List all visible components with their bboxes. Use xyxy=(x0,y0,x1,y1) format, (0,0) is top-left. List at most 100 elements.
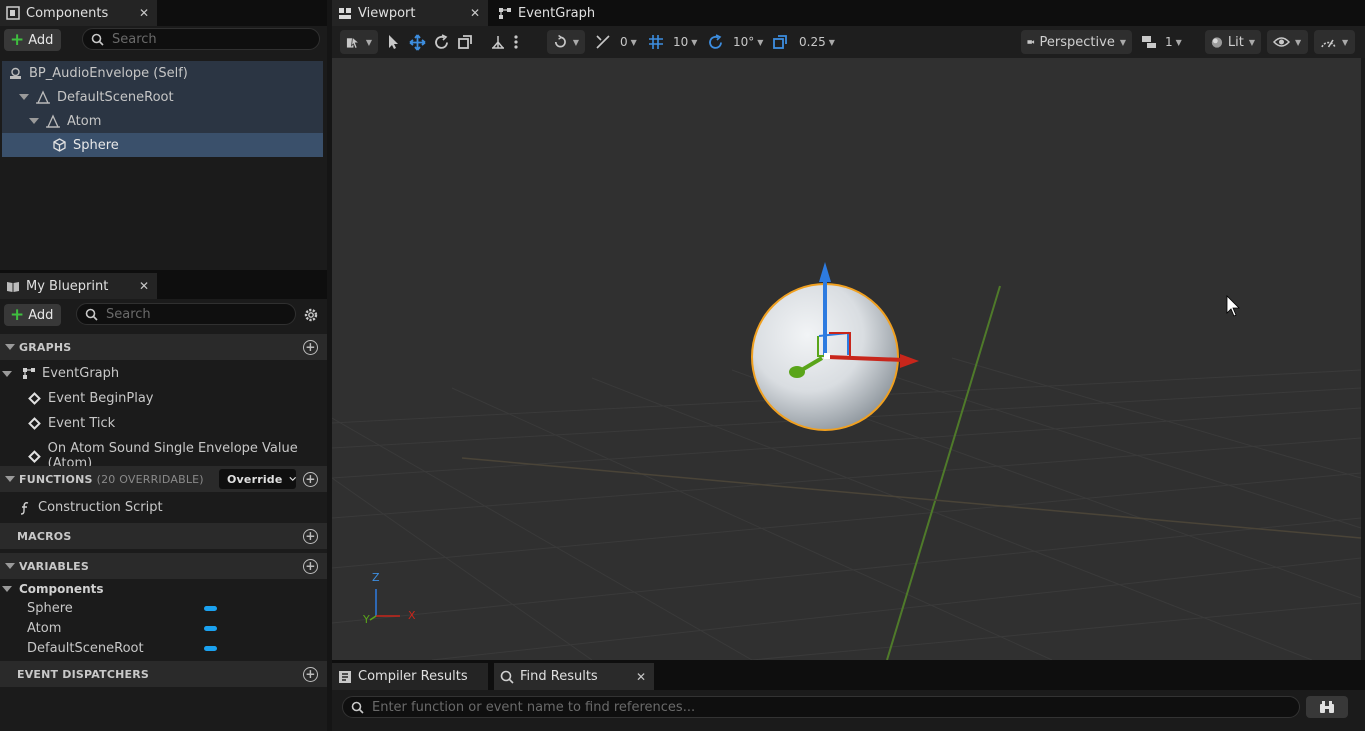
object-reference-icon xyxy=(204,606,217,611)
collapse-arrow-icon[interactable] xyxy=(5,344,15,350)
collapse-arrow-icon[interactable] xyxy=(5,563,15,569)
chevron-down-icon: ▼ xyxy=(757,37,764,47)
chevron-down-icon: ▼ xyxy=(1248,37,1255,47)
event-graph-icon xyxy=(499,7,511,19)
variable-item-atom[interactable]: Atom xyxy=(27,621,61,636)
expand-arrow-icon[interactable] xyxy=(19,94,29,100)
add-graph-icon[interactable]: + xyxy=(303,339,318,355)
find-references-placeholder: Enter function or event name to find ref… xyxy=(372,699,696,715)
blueprint-search-input[interactable]: Search xyxy=(76,303,296,325)
blueprint-add-button[interactable]: + Add xyxy=(4,304,62,326)
find-button[interactable] xyxy=(1306,696,1348,718)
functions-count: (20 OVERRIDABLE) xyxy=(96,472,204,486)
chevron-down-icon: ▼ xyxy=(691,37,698,47)
section-macros[interactable]: MACROS + xyxy=(0,523,327,549)
select-tool-icon[interactable] xyxy=(386,32,400,52)
tree-item-defaultsceneroot[interactable]: DefaultSceneRoot xyxy=(2,85,323,109)
close-icon[interactable]: ✕ xyxy=(139,6,149,20)
perspective-dropdown[interactable]: Perspective ▼ xyxy=(1021,30,1132,54)
tab-my-blueprint[interactable]: My Blueprint ✕ xyxy=(0,273,157,299)
components-add-button[interactable]: + Add xyxy=(4,29,62,51)
section-functions[interactable]: FUNCTIONS (20 OVERRIDABLE) Override + xyxy=(0,466,327,492)
event-item-beginplay[interactable]: Event BeginPlay xyxy=(28,391,154,406)
viewport-settings-dropdown[interactable]: ▼ xyxy=(1314,30,1355,54)
scale-snap-dropdown[interactable]: 0.25 ▼ xyxy=(772,32,835,52)
function-item-construction-script[interactable]: Construction Script xyxy=(18,500,163,515)
close-icon[interactable]: ✕ xyxy=(636,670,646,684)
section-variables[interactable]: VARIABLES + xyxy=(0,553,327,579)
blueprint-add-label: Add xyxy=(28,307,54,323)
binoculars-icon xyxy=(1320,701,1334,713)
surface-snap-dropdown[interactable]: ▼ xyxy=(547,30,585,54)
chevron-down-icon: ▼ xyxy=(630,37,637,47)
scale-snap-value: 0.25 xyxy=(799,35,826,49)
add-macro-icon[interactable]: + xyxy=(303,528,318,544)
viewport-layout-dropdown[interactable]: 1 ▼ xyxy=(1141,32,1182,52)
add-function-icon[interactable]: + xyxy=(303,471,318,487)
world-x-axis-line xyxy=(461,457,1361,539)
add-variable-icon[interactable]: + xyxy=(303,558,318,574)
section-graphs[interactable]: GRAPHS + xyxy=(0,334,327,360)
override-dropdown[interactable]: Override xyxy=(219,469,296,489)
axis-indicator xyxy=(369,589,400,621)
components-tab-bar: Components ✕ xyxy=(0,0,327,26)
grid-snap-dropdown[interactable]: 10 ▼ xyxy=(648,32,697,52)
grid-snap-icon xyxy=(649,35,663,49)
event-item-tick[interactable]: Event Tick xyxy=(28,416,115,431)
layout-icon xyxy=(1142,36,1156,48)
event-icon xyxy=(28,392,41,405)
components-search-input[interactable]: Search xyxy=(82,28,320,50)
tab-components[interactable]: Components ✕ xyxy=(0,0,157,26)
graph-item-eventgraph[interactable]: EventGraph xyxy=(2,366,119,381)
tree-item-self[interactable]: BP_AudioEnvelope (Self) xyxy=(2,61,323,85)
tab-find-results[interactable]: Find Results ✕ xyxy=(494,663,654,690)
tab-eventgraph[interactable]: EventGraph xyxy=(492,0,642,26)
world-local-icon[interactable] xyxy=(490,32,506,52)
collapse-arrow-icon[interactable] xyxy=(5,476,15,482)
lit-sphere-icon xyxy=(1211,36,1223,48)
performance-icon xyxy=(1321,39,1336,48)
scene-component-icon xyxy=(36,90,50,104)
tab-viewport[interactable]: Viewport ✕ xyxy=(332,0,488,26)
tab-find-results-label: Find Results xyxy=(520,669,598,684)
my-blueprint-panel: My Blueprint ✕ + Add Search GRAPHS + Eve… xyxy=(0,273,327,731)
plus-icon: + xyxy=(10,304,25,325)
add-event-dispatcher-icon[interactable]: + xyxy=(303,666,318,682)
scale-tool-icon[interactable] xyxy=(457,32,473,52)
variable-category-components[interactable]: Components xyxy=(2,582,104,596)
tree-item-atom-label: Atom xyxy=(67,113,102,129)
section-functions-label: FUNCTIONS xyxy=(19,472,93,486)
select-mode-dropdown[interactable]: ▼ xyxy=(340,30,378,54)
lit-dropdown[interactable]: Lit ▼ xyxy=(1205,30,1261,54)
viewport-scene[interactable]: Z Y X xyxy=(332,58,1361,660)
close-icon[interactable]: ✕ xyxy=(470,6,480,20)
expand-arrow-icon[interactable] xyxy=(29,118,39,124)
tab-compiler-results[interactable]: Compiler Results xyxy=(332,663,488,690)
function-item-construction-script-label: Construction Script xyxy=(38,500,163,515)
variable-item-defaultsceneroot[interactable]: DefaultSceneRoot xyxy=(27,641,144,656)
show-dropdown[interactable]: ▼ xyxy=(1267,30,1308,54)
components-tab-icon xyxy=(6,6,20,20)
find-references-input[interactable]: Enter function or event name to find ref… xyxy=(342,696,1300,718)
book-icon xyxy=(6,280,20,293)
section-event-dispatchers[interactable]: EVENT DISPATCHERS + xyxy=(0,661,327,687)
more-options-icon[interactable] xyxy=(512,32,520,52)
components-panel: Components ✕ + Add Search BP_AudioEnvelo… xyxy=(0,0,327,270)
translate-snap-dropdown[interactable]: 0 ▼ xyxy=(595,32,637,52)
graph-item-eventgraph-label: EventGraph xyxy=(42,366,120,381)
rotate-tool-icon[interactable] xyxy=(433,32,450,52)
collapse-arrow-icon[interactable] xyxy=(2,370,12,377)
tree-item-atom[interactable]: Atom xyxy=(2,109,323,133)
perspective-label: Perspective xyxy=(1039,34,1115,50)
chevron-down-icon: ▼ xyxy=(1342,37,1349,47)
close-icon[interactable]: ✕ xyxy=(139,279,149,293)
event-graph-icon xyxy=(23,368,35,379)
rotation-snap-dropdown[interactable]: 10° ▼ xyxy=(707,32,763,52)
axis-label-x: X xyxy=(408,609,416,622)
collapse-arrow-icon[interactable] xyxy=(2,586,12,592)
tab-eventgraph-label: EventGraph xyxy=(518,5,596,21)
variable-item-sphere[interactable]: Sphere xyxy=(27,601,73,616)
tree-item-sphere[interactable]: Sphere xyxy=(2,133,323,157)
translate-tool-icon[interactable] xyxy=(409,32,426,52)
gear-icon[interactable] xyxy=(303,307,319,323)
